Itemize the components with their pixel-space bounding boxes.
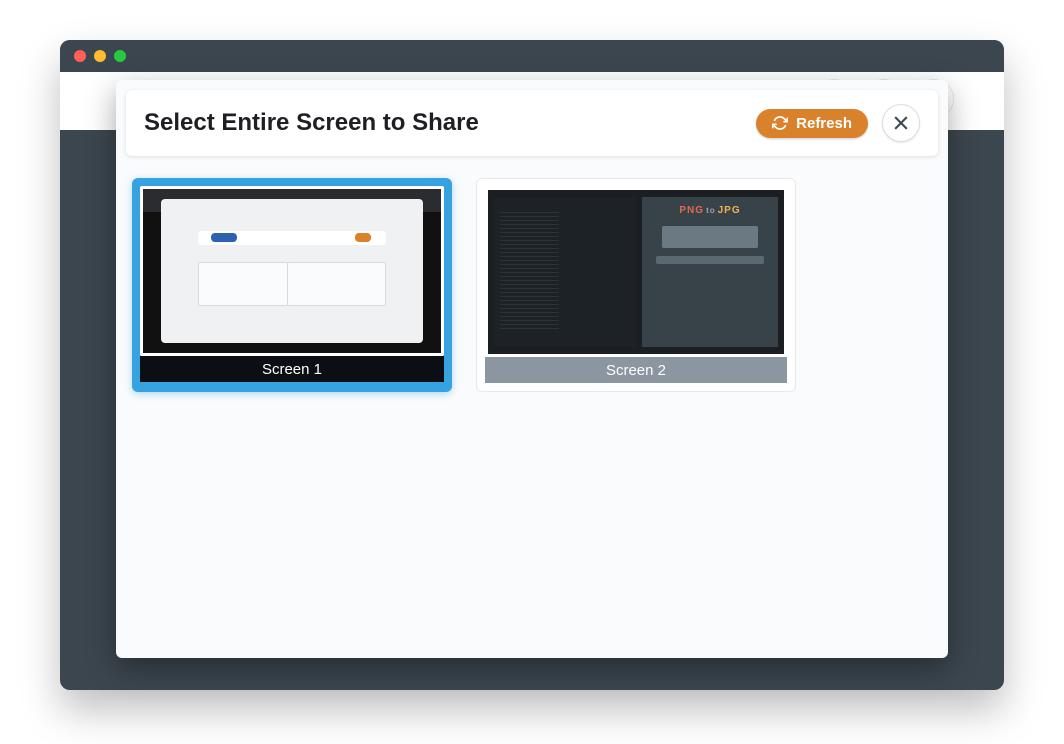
window-close-traffic[interactable] xyxy=(74,50,86,62)
dialog-title: Select Entire Screen to Share xyxy=(144,109,479,137)
screen-thumbnail: PNGtoJPG xyxy=(485,187,787,357)
close-button[interactable] xyxy=(882,104,920,142)
select-screen-dialog: Select Entire Screen to Share Refresh xyxy=(116,80,948,658)
window-zoom-traffic[interactable] xyxy=(114,50,126,62)
screen-thumbnail xyxy=(140,186,444,356)
screen-option-2[interactable]: PNGtoJPG Screen 2 xyxy=(476,178,796,392)
refresh-button[interactable]: Refresh xyxy=(756,109,868,138)
refresh-label: Refresh xyxy=(796,115,852,132)
screen-option-1[interactable]: Screen 1 xyxy=(132,178,452,392)
screen-label: Screen 2 xyxy=(485,357,787,383)
window-minimize-traffic[interactable] xyxy=(94,50,106,62)
mac-titlebar xyxy=(60,40,1004,72)
screens-list: Screen 1 PNGtoJPG Screen 2 xyxy=(116,166,948,404)
close-icon xyxy=(891,113,911,133)
thumb-app-title: PNGtoJPG xyxy=(679,205,740,216)
screen-label: Screen 1 xyxy=(140,356,444,382)
dialog-header: Select Entire Screen to Share Refresh xyxy=(126,90,938,156)
refresh-icon xyxy=(772,115,788,131)
